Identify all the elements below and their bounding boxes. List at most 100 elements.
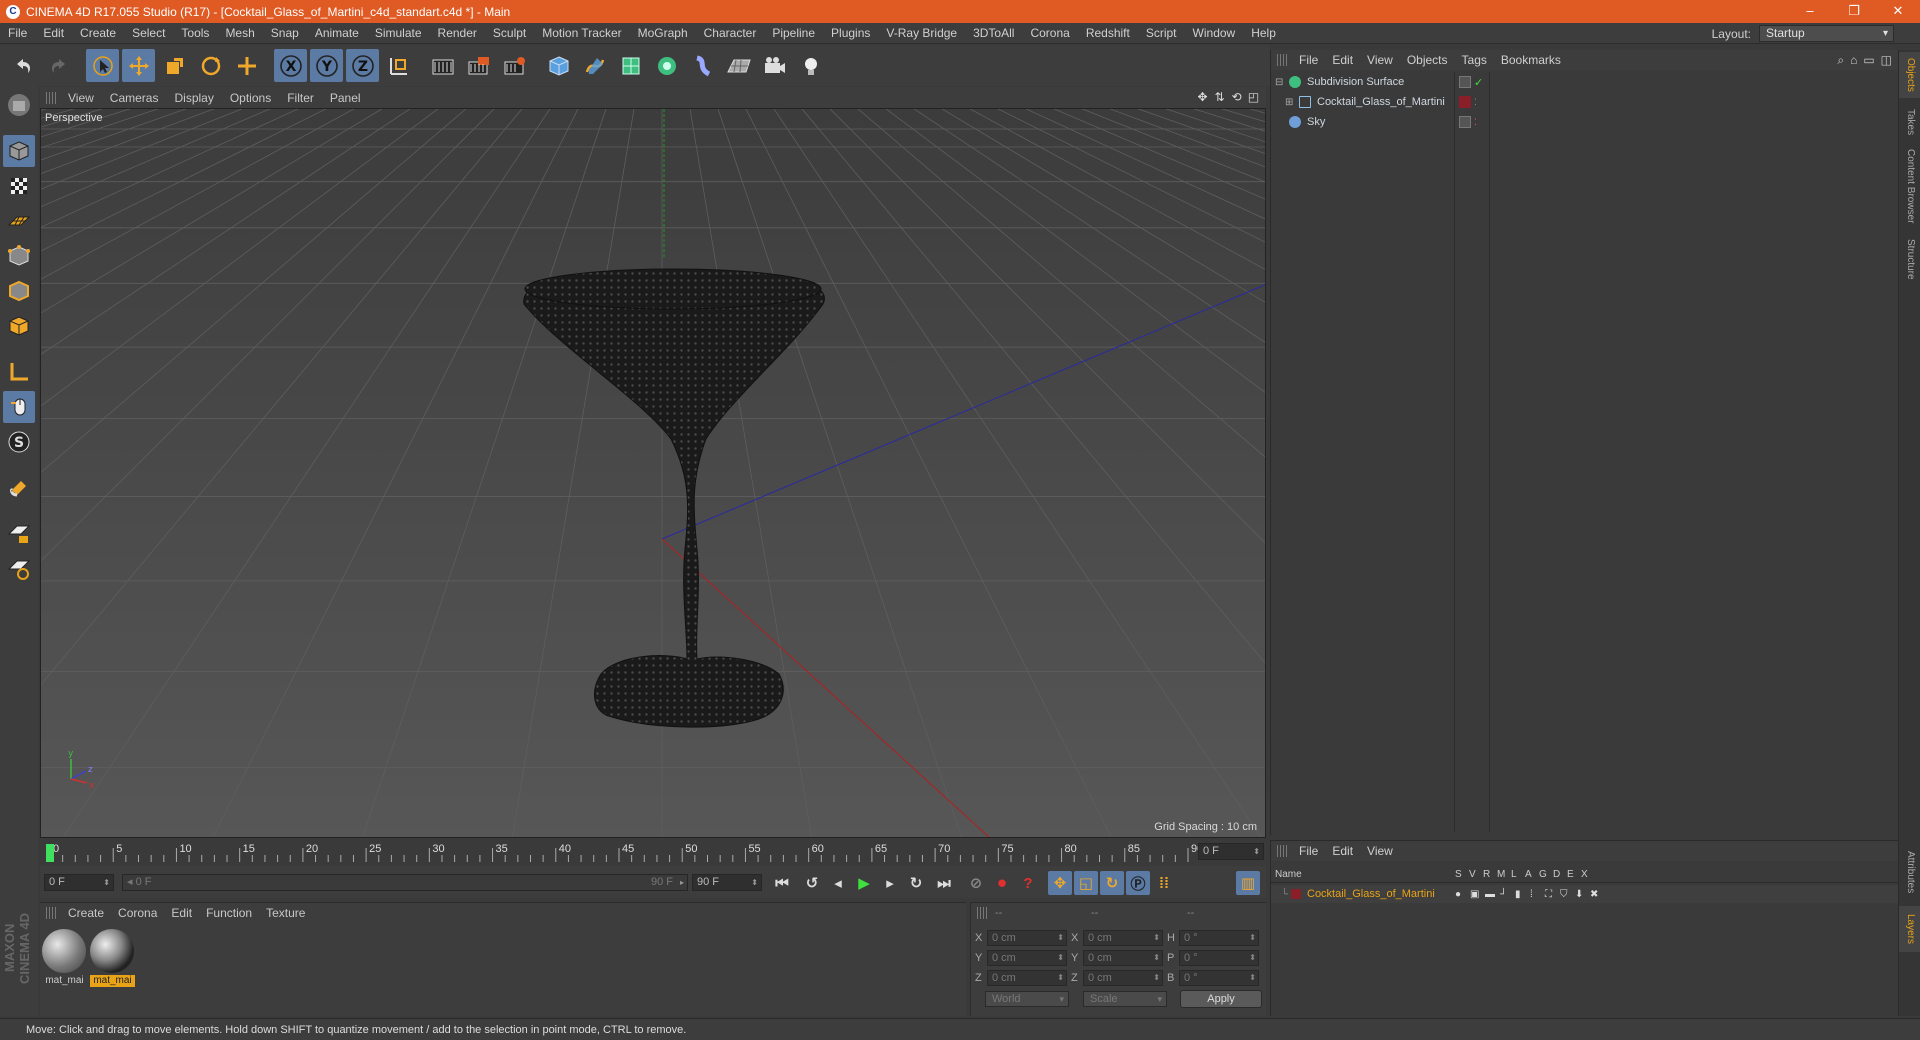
planar-workplane-icon[interactable] xyxy=(3,553,35,585)
enable-axis-icon[interactable] xyxy=(3,356,35,388)
select-icon[interactable] xyxy=(86,49,119,82)
deformer-icon[interactable] xyxy=(686,49,719,82)
object-menu-view[interactable]: View xyxy=(1363,53,1403,67)
timeline-window-icon[interactable]: ▥ xyxy=(1236,871,1260,895)
tab-layers[interactable]: Layers xyxy=(1899,906,1920,952)
menu-pipeline[interactable]: Pipeline xyxy=(764,23,823,44)
object-menu-bookmarks[interactable]: Bookmarks xyxy=(1497,53,1571,67)
collapse-icon[interactable]: ⊟ xyxy=(1275,77,1289,88)
menu-motion-tracker[interactable]: Motion Tracker xyxy=(534,23,629,44)
camera-icon[interactable] xyxy=(758,49,791,82)
coordinate-system-dropdown[interactable]: World xyxy=(985,991,1069,1007)
light-icon[interactable] xyxy=(794,49,827,82)
material-menu-function[interactable]: Function xyxy=(202,906,262,920)
move-icon[interactable] xyxy=(122,49,155,82)
animation-icon[interactable]: ⁞ xyxy=(1530,889,1540,900)
texture-mode-icon[interactable] xyxy=(3,170,35,202)
x-axis-icon[interactable]: X xyxy=(274,49,307,82)
edges-mode-icon[interactable] xyxy=(3,275,35,307)
panel-grip-icon[interactable] xyxy=(977,907,989,919)
render-icon[interactable]: ▬ xyxy=(1485,889,1495,900)
menu-character[interactable]: Character xyxy=(696,23,765,44)
rotation-key-icon[interactable]: ↻ xyxy=(1100,871,1124,895)
tab-objects[interactable]: Objects xyxy=(1899,52,1920,98)
object-menu-objects[interactable]: Objects xyxy=(1403,53,1458,67)
viewport-menu-view[interactable]: View xyxy=(64,91,106,105)
z-axis-icon[interactable]: Z xyxy=(346,49,379,82)
coordinate-system-icon[interactable] xyxy=(382,49,415,82)
coordinate-value-field[interactable]: 0 cm xyxy=(987,950,1067,966)
floor-icon[interactable] xyxy=(722,49,755,82)
menu-snap[interactable]: Snap xyxy=(263,23,307,44)
object-menu-file[interactable]: File xyxy=(1295,53,1328,67)
layer-column-e[interactable]: E xyxy=(1567,869,1581,880)
perspective-viewport[interactable]: y z x Perspective Grid Spacing : 10 cm xyxy=(40,108,1266,838)
new-window-icon[interactable]: ▭ xyxy=(1863,53,1874,68)
layer-menu-edit[interactable]: Edit xyxy=(1328,844,1363,858)
menu-file[interactable]: File xyxy=(0,23,35,44)
previous-key-icon[interactable]: ↺ xyxy=(800,871,824,895)
menu-v-ray-bridge[interactable]: V-Ray Bridge xyxy=(878,23,965,44)
menu-render[interactable]: Render xyxy=(430,23,485,44)
playhead-marker[interactable] xyxy=(46,844,54,862)
scale-key-icon[interactable]: ◱ xyxy=(1074,871,1098,895)
undo-icon[interactable] xyxy=(6,49,39,82)
tab-structure[interactable]: Structure xyxy=(1899,232,1920,286)
editor-visibility-icon[interactable] xyxy=(1459,116,1471,128)
render-picture-viewer-icon[interactable] xyxy=(462,49,495,82)
locked-icon[interactable]: ▮ xyxy=(1515,889,1525,900)
visibility-dots-icon[interactable]: ⁚ xyxy=(1474,97,1477,108)
material-swatch[interactable]: mat_mai xyxy=(42,929,87,991)
object-menu-edit[interactable]: Edit xyxy=(1328,53,1363,67)
coordinate-value-field[interactable]: 0 ° xyxy=(1179,950,1259,966)
layer-row[interactable]: └ Cocktail_Glass_of_Martini ● ▣ ▬ ┘ ▮ ⁞ ⛶ ⛉ ⬇ ✖ xyxy=(1271,885,1899,903)
coordinate-value-field[interactable]: 0 ° xyxy=(1179,970,1259,986)
pen-icon[interactable] xyxy=(578,49,611,82)
lock-workplane-icon[interactable] xyxy=(3,518,35,550)
toggle-view-icon[interactable]: ◰ xyxy=(1247,91,1260,104)
rotate-icon[interactable] xyxy=(194,49,227,82)
material-swatch-selected[interactable]: mat_mai xyxy=(90,929,135,991)
coordinate-value-field[interactable]: 0 cm xyxy=(1083,950,1163,966)
model-mode-icon[interactable] xyxy=(3,135,35,167)
object-row-cocktail-glass[interactable]: ⊞ Cocktail_Glass_of_Martini ⁚ xyxy=(1271,92,1899,112)
menu-create[interactable]: Create xyxy=(72,23,124,44)
parameter-key-icon[interactable]: Ⓟ xyxy=(1126,871,1150,895)
viewport-menu-panel[interactable]: Panel xyxy=(326,91,373,105)
coordinate-value-field[interactable]: 0 cm xyxy=(987,970,1067,986)
menu-corona[interactable]: Corona xyxy=(1022,23,1077,44)
timeline-ruler[interactable]: 051015202530354045505560657075808590 0 F… xyxy=(40,840,1266,864)
edit-render-settings-icon[interactable] xyxy=(498,49,531,82)
end-frame-field[interactable]: 90 F ⬍ xyxy=(692,874,762,891)
points-mode-icon[interactable] xyxy=(3,240,35,272)
minimize-button[interactable]: – xyxy=(1788,0,1832,23)
preview-range-slider[interactable]: ◂ 0 F 90 F ▸ xyxy=(122,874,688,891)
menu-mesh[interactable]: Mesh xyxy=(217,23,262,44)
menu-simulate[interactable]: Simulate xyxy=(367,23,430,44)
go-to-end-icon[interactable]: ⏭ xyxy=(932,871,956,895)
next-frame-icon[interactable]: ▸ xyxy=(878,871,902,895)
render-view-icon[interactable] xyxy=(426,49,459,82)
editor-visibility-icon[interactable] xyxy=(1459,76,1471,88)
layer-column-x[interactable]: X xyxy=(1581,869,1595,880)
make-editable-icon[interactable] xyxy=(3,89,35,121)
apply-button[interactable]: Apply xyxy=(1180,990,1262,1008)
current-frame-field[interactable]: 0 F ⬍ xyxy=(1198,843,1264,860)
cloner-icon[interactable] xyxy=(650,49,683,82)
coordinate-value-field[interactable]: 0 cm xyxy=(1083,930,1163,946)
panel-grip-icon[interactable] xyxy=(1277,54,1289,66)
menu-edit[interactable]: Edit xyxy=(35,23,72,44)
live-select-icon[interactable] xyxy=(230,49,263,82)
polygons-mode-icon[interactable] xyxy=(3,310,35,342)
deformers-icon[interactable]: ⛉ xyxy=(1560,889,1570,900)
cube-icon[interactable] xyxy=(542,49,575,82)
layer-menu-view[interactable]: View xyxy=(1363,844,1403,858)
material-menu-corona[interactable]: Corona xyxy=(114,906,167,920)
tab-content-browser[interactable]: Content Browser xyxy=(1899,146,1920,226)
menu-animate[interactable]: Animate xyxy=(307,23,367,44)
material-menu-create[interactable]: Create xyxy=(64,906,114,920)
go-to-start-icon[interactable]: ⏮ xyxy=(770,871,794,895)
panel-grip-icon[interactable] xyxy=(46,91,58,104)
tab-attributes[interactable]: Attributes xyxy=(1899,842,1920,902)
close-button[interactable]: ✕ xyxy=(1876,0,1920,23)
